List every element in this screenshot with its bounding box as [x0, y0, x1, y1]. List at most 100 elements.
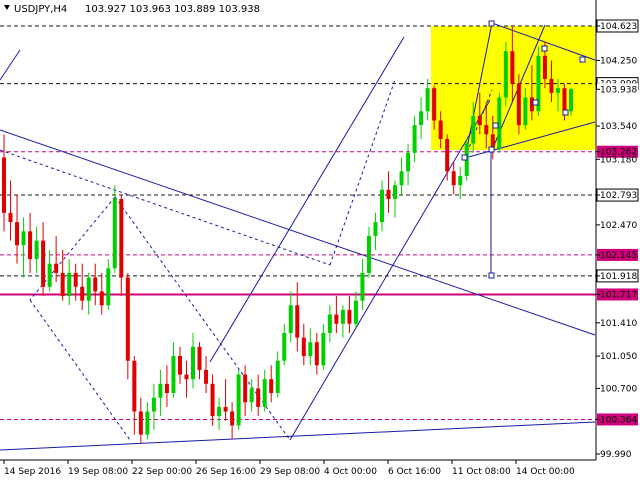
price-tick-label: 103.938: [600, 85, 637, 95]
time-tick-label: 26 Sep 16:00: [196, 467, 256, 477]
price-tick-label: 102.470: [600, 221, 637, 231]
candle-bull: [353, 300, 358, 324]
candle-bull: [340, 309, 345, 324]
time-tick-label: 6 Oct 16:00: [388, 467, 441, 477]
pattern-point[interactable]: [492, 122, 499, 129]
pattern-point[interactable]: [579, 56, 586, 63]
pattern-point[interactable]: [532, 99, 539, 106]
price-chart[interactable]: 104.623104.250103.999103.938103.540103.2…: [0, 0, 640, 480]
candle-bear: [451, 171, 456, 186]
price-tick-label: 99.990: [600, 450, 632, 460]
candle-bear: [54, 263, 59, 273]
candle-bear: [510, 51, 515, 84]
price-tick-label: 103.540: [600, 122, 637, 132]
time-tick-label: 19 Sep 08:00: [68, 467, 128, 477]
candle-bull: [67, 272, 72, 297]
time-tick-label: 22 Sep 00:00: [132, 467, 192, 477]
candle-bear: [243, 374, 248, 403]
price-tick-label: 100.364: [600, 415, 637, 425]
candle-bear: [132, 360, 137, 412]
candle-bull: [360, 272, 365, 301]
candle-bear: [438, 120, 443, 139]
candle-bear: [99, 291, 104, 306]
candle-bear: [177, 356, 182, 375]
candle-bull: [262, 379, 267, 407]
candle-bull: [503, 51, 508, 98]
candle-bear: [164, 383, 169, 394]
candle-bull: [321, 332, 326, 366]
candle-bull: [308, 342, 313, 357]
pattern-point[interactable]: [488, 272, 495, 279]
candle-bull: [275, 360, 280, 394]
candle-bear: [445, 138, 450, 172]
candle-bear: [269, 379, 274, 394]
pattern-point[interactable]: [488, 20, 495, 27]
candle-bear: [93, 277, 98, 292]
candle-bull: [425, 88, 430, 112]
candle-bear: [197, 346, 202, 370]
time-tick-label: 14 Sep 2016: [4, 467, 61, 477]
candle-bull: [373, 222, 378, 236]
candle-bear: [301, 337, 306, 357]
candle-bear: [60, 272, 65, 297]
candle-bear: [256, 388, 261, 407]
candle-bull: [288, 305, 293, 333]
target-zone-highlight: [431, 26, 595, 150]
candle-bear: [334, 314, 339, 324]
candle-bull: [145, 411, 150, 435]
price-tick-label: 103.180: [600, 155, 637, 165]
candle-bear: [204, 369, 209, 384]
candle-bull: [282, 332, 287, 361]
candle-bull: [21, 231, 26, 246]
candle-bull: [151, 397, 156, 412]
price-tick-label: 101.717: [600, 290, 637, 300]
price-tick-label: 102.793: [600, 191, 637, 201]
candle-bull: [236, 374, 241, 426]
candle-bear: [41, 240, 46, 287]
candle-bear: [386, 189, 391, 200]
pattern-point[interactable]: [562, 109, 569, 116]
price-tick-label: 101.410: [600, 319, 637, 329]
candle-bull: [106, 268, 111, 306]
time-tick-label: 29 Sep 08:00: [260, 467, 320, 477]
time-tick-label: 4 Oct 00:00: [324, 467, 377, 477]
candle-bull: [399, 171, 404, 186]
candle-bull: [419, 111, 424, 126]
candle-bear: [80, 286, 85, 301]
candle-bull: [523, 97, 528, 126]
candle-bear: [314, 342, 319, 366]
pattern-point[interactable]: [541, 45, 548, 52]
candle-bull: [412, 125, 417, 153]
candle-bear: [432, 88, 437, 121]
pattern-point[interactable]: [461, 154, 468, 161]
candle-bear: [28, 231, 33, 260]
candle-bull: [34, 240, 39, 260]
candle-bear: [295, 305, 300, 338]
price-tick-label: 104.250: [600, 56, 637, 66]
candle-bear: [223, 406, 228, 412]
candle-bear: [490, 134, 495, 149]
candle-bear: [73, 272, 78, 287]
candle-bear: [562, 88, 567, 112]
candle-bull: [380, 189, 384, 223]
candle-bull: [217, 406, 222, 417]
candle-bear: [15, 222, 20, 246]
candle-bull: [86, 277, 91, 301]
candle-bull: [112, 199, 117, 269]
symbol-label: USDJPY,H4: [14, 4, 67, 15]
candle-bear: [347, 309, 352, 324]
candle-bull: [47, 263, 52, 287]
candle-bull: [406, 152, 411, 172]
time-tick-label: 14 Oct 00:00: [516, 467, 575, 477]
candle-bull: [393, 185, 398, 200]
candle-bear: [138, 411, 143, 435]
candle-bear: [184, 374, 189, 380]
price-tick-label: 104.623: [600, 22, 637, 32]
candle-bear: [210, 383, 215, 417]
pattern-point[interactable]: [488, 146, 495, 153]
candle-bull: [158, 383, 163, 398]
candle-bear: [2, 157, 6, 213]
candle-bear: [516, 83, 521, 126]
candle-bear: [8, 212, 13, 223]
candle-bear: [477, 115, 482, 126]
